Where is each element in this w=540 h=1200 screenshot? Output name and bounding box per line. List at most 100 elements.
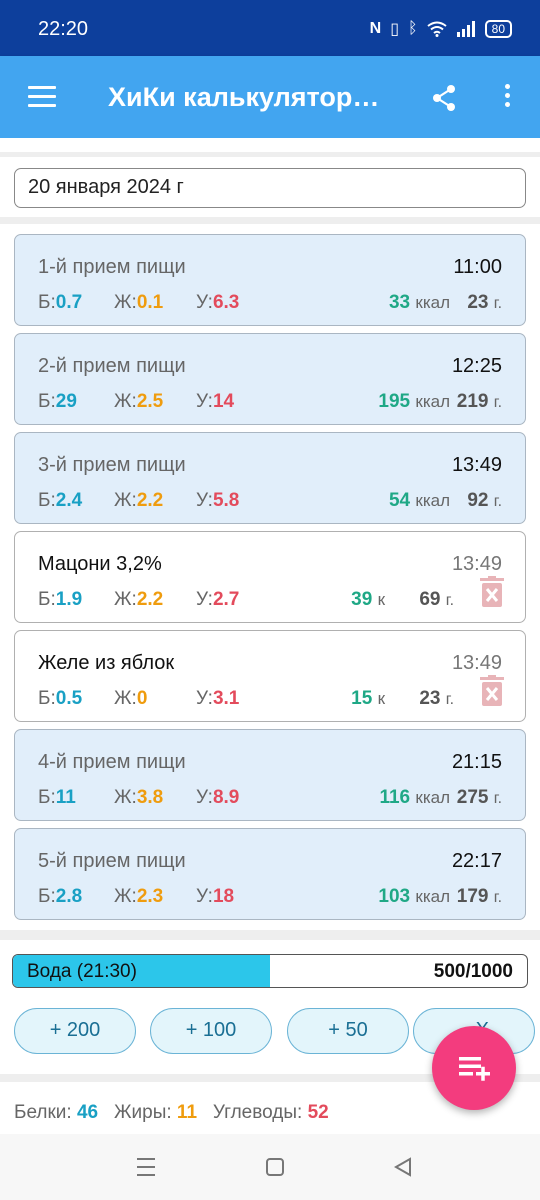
carbs-label: У: [196,292,213,313]
carbs-label: У: [196,886,213,907]
playlist-add-icon [459,1057,490,1081]
grams: 275 г. [457,787,502,809]
grams-value: 275 [456,787,489,808]
meal-time: 12:25 [451,355,502,377]
protein-value: 2.8 [55,886,83,907]
status-bar: 22:20 N ▯ ᛒ 80 [0,0,540,56]
protein-value: 2.4 [55,490,83,511]
kcal: 33 ккал [389,292,450,314]
carbs-total: 52 [307,1102,329,1123]
grams-unit: г. [493,295,502,312]
meal-time: 22:17 [451,850,502,872]
fat-value: 2.2 [136,490,164,511]
grams-value: 23 [467,292,489,313]
meal-name: Мацони 3,2% [38,553,162,575]
grams-unit: г. [493,790,502,807]
more-options-icon[interactable] [502,84,512,112]
back-icon[interactable] [393,1156,413,1178]
fat-value: 0.1 [136,292,164,313]
battery-icon: 80 [484,20,512,38]
protein-label: Б: [38,688,56,709]
meal-name: Желе из яблок [38,652,175,674]
carbs-label: У: [196,391,213,412]
protein-total: 46 [76,1102,99,1123]
carbs-value: 8.9 [212,787,240,808]
food-item-card[interactable]: Мацони 3,2% 13:49 Б:1.9 Ж:2.2 У:2.7 39 к… [14,531,526,623]
grams-unit: г. [493,889,502,906]
grams-value: 92 [467,490,489,511]
delete-icon[interactable] [479,675,505,707]
food-item-card[interactable]: Желе из яблок 13:49 Б:0.5 Ж:0 У:3.1 15 к… [14,630,526,722]
fat-label: Ж: [114,391,137,412]
carbs-value: 14 [212,391,235,412]
carbs-value: 2.7 [212,589,240,610]
protein-label: Б: [38,787,56,808]
protein-label: Б: [38,589,56,610]
carbs-value: 6.3 [212,292,240,313]
protein-value: 0.7 [55,292,83,313]
grams-unit: г. [445,592,454,609]
water-value: 500/1000 [433,961,513,982]
kcal: 103 ккал [378,886,450,908]
add-meal-fab[interactable] [432,1026,516,1110]
grams-value: 23 [419,688,441,709]
date-field[interactable]: 20 января 2024 г [14,168,526,208]
protein-label: Б: [38,490,56,511]
fat-total: 11 [176,1102,198,1123]
kcal-value: 54 [388,490,411,511]
kcal-value: 116 [379,787,411,808]
carbs-label: У: [196,589,213,610]
meal-card[interactable]: 5-й прием пищи 22:17 Б:2.8 Ж:2.3 У:18 10… [14,828,526,920]
kcal-unit: ккал [415,293,450,312]
protein-label: Б: [38,886,56,907]
add-water-50-button[interactable]: + 50 [287,1008,409,1054]
kcal-value: 195 [378,391,411,412]
delete-icon[interactable] [479,576,505,608]
water-progress-bar: Вода (21:30) 500/1000 [12,954,528,988]
grams: 219 г. [457,391,502,413]
grams-unit: г. [493,493,502,510]
recent-apps-icon[interactable] [136,1156,156,1178]
kcal-unit: ккал [415,788,450,807]
protein-value: 1.9 [55,589,83,610]
kcal-unit: ккал [415,491,450,510]
fat-total-label: Жиры: [113,1102,172,1123]
grams-unit: г. [493,394,502,411]
grams-value: 179 [456,886,489,907]
protein-value: 11 [55,787,76,808]
meal-card[interactable]: 3-й прием пищи 13:49 Б:2.4 Ж:2.2 У:5.8 5… [14,432,526,524]
add-water-100-button[interactable]: + 100 [150,1008,272,1054]
meal-name: 4-й прием пищи [38,751,186,773]
meal-time: 11:00 [453,256,502,278]
share-icon[interactable] [430,84,458,112]
protein-label: Б: [38,292,56,313]
fat-value: 2.3 [136,886,164,907]
meal-card[interactable]: 2-й прием пищи 12:25 Б:29 Ж:2.5 У:14 195… [14,333,526,425]
system-nav-bar [0,1134,540,1200]
kcal-value: 15 [351,688,373,709]
fat-value: 3.8 [136,787,164,808]
meal-card[interactable]: 4-й прием пищи 21:15 Б:11 Ж:3.8 У:8.9 11… [14,729,526,821]
status-icons: N ▯ ᛒ 80 [370,19,512,39]
add-water-200-button[interactable]: + 200 [14,1008,136,1054]
meal-name: 2-й прием пищи [38,355,186,377]
kcal-value: 39 [351,589,373,610]
meal-name: 5-й прием пищи [38,850,186,872]
kcal: 39 к [351,589,385,611]
meal-card[interactable]: 1-й прием пищи 11:00 Б:0.7 Ж:0.1 У:6.3 3… [14,234,526,326]
grams-value: 219 [456,391,489,412]
home-icon[interactable] [265,1156,285,1178]
fat-value: 2.5 [136,391,164,412]
wifi-icon [427,21,447,37]
protein-label: Б: [38,391,56,412]
carbs-label: У: [196,688,213,709]
fat-label: Ж: [114,292,137,313]
date-card: 20 января 2024 г [0,157,540,217]
grams-value: 69 [419,589,441,610]
menu-icon[interactable] [28,86,56,108]
grams: 92 г. [467,490,502,512]
meals-list: 1-й прием пищи 11:00 Б:0.7 Ж:0.1 У:6.3 3… [0,224,540,930]
carbs-value: 18 [212,886,235,907]
meal-name: 3-й прием пищи [38,454,186,476]
kcal-unit: к [377,590,385,609]
